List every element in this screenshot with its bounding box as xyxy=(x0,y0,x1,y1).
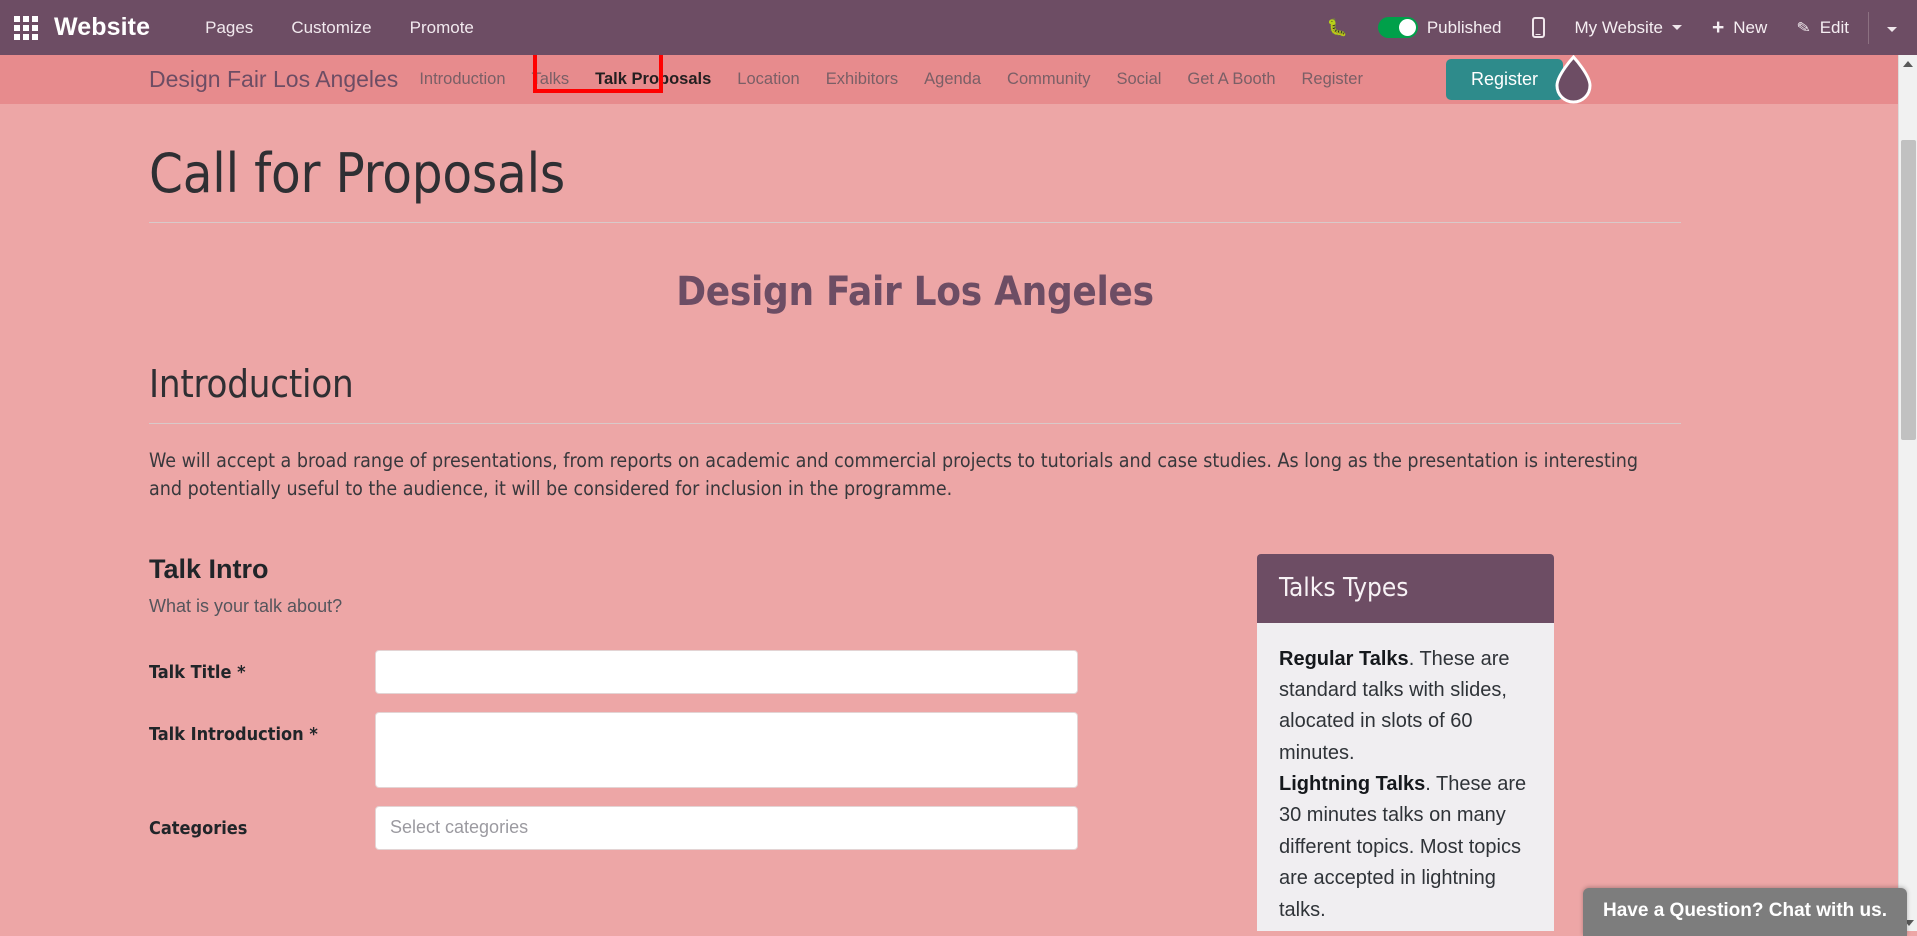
nav-item-social[interactable]: Social xyxy=(1103,56,1174,103)
talks-types-card-body: Regular Talks. These are standard talks … xyxy=(1257,623,1554,931)
section-heading-introduction: Introduction xyxy=(149,362,1749,406)
chat-widget-button[interactable]: Have a Question? Chat with us. xyxy=(1583,888,1907,936)
chevron-down-icon xyxy=(1672,25,1682,30)
new-label: New xyxy=(1733,18,1767,38)
vertical-scrollbar[interactable] xyxy=(1898,55,1917,931)
toolbar-divider xyxy=(1868,12,1869,44)
odoo-top-bar: Website Pages Customize Promote 🐛 Publis… xyxy=(0,0,1917,55)
new-button[interactable]: + New xyxy=(1697,0,1782,55)
nav-item-community[interactable]: Community xyxy=(994,56,1103,103)
topbar-more-dropdown[interactable] xyxy=(1873,19,1911,37)
section-divider xyxy=(149,423,1681,424)
form-and-sidebar-row: Talk Intro What is your talk about? Talk… xyxy=(149,554,1749,931)
nav-item-talks[interactable]: Talks xyxy=(519,56,583,103)
website-navbar: Design Fair Los Angeles Introduction Tal… xyxy=(0,55,1898,104)
chevron-down-icon xyxy=(1887,27,1897,32)
page-title: Call for Proposals xyxy=(149,104,1749,205)
nav-item-register[interactable]: Register xyxy=(1289,56,1376,103)
talk-introduction-label: Talk Introduction * xyxy=(149,712,375,745)
lightning-talks-text: . These are 30 minutes talks on many dif… xyxy=(1279,773,1526,921)
publish-toggle-switch[interactable] xyxy=(1378,17,1418,38)
register-button[interactable]: Register xyxy=(1446,59,1563,100)
bug-icon: 🐛 xyxy=(1327,19,1348,36)
nav-item-location[interactable]: Location xyxy=(724,56,812,103)
regular-talks-term: Regular Talks xyxy=(1279,648,1409,670)
app-brand-title[interactable]: Website xyxy=(54,13,150,42)
apps-grid-icon[interactable] xyxy=(14,16,38,40)
nav-item-introduction[interactable]: Introduction xyxy=(406,56,518,103)
water-drop-logo-icon xyxy=(1549,55,1598,104)
categories-input[interactable] xyxy=(375,806,1078,850)
edit-label: Edit xyxy=(1820,18,1849,38)
title-divider xyxy=(149,222,1681,223)
introduction-paragraph: We will accept a broad range of presenta… xyxy=(149,447,1659,504)
talk-introduction-textarea[interactable] xyxy=(375,712,1078,788)
talks-types-card: Talks Types Regular Talks. These are sta… xyxy=(1257,554,1554,931)
form-row-categories: Categories xyxy=(149,806,1229,850)
debug-bug-button[interactable]: 🐛 xyxy=(1312,0,1363,55)
site-nav-links: Introduction Talks Talk Proposals Locati… xyxy=(406,56,1376,103)
categories-label: Categories xyxy=(149,806,375,839)
my-website-label: My Website xyxy=(1575,18,1664,38)
form-row-talk-title: Talk Title * xyxy=(149,650,1229,694)
mobile-preview-button[interactable] xyxy=(1517,0,1560,55)
scroll-up-arrow-icon[interactable] xyxy=(1899,55,1917,72)
topmenu-item-promote[interactable]: Promote xyxy=(391,12,493,44)
my-website-dropdown[interactable]: My Website xyxy=(1560,0,1698,55)
website-page-body: Call for Proposals Design Fair Los Angel… xyxy=(0,104,1898,931)
pencil-icon: ✎ xyxy=(1796,16,1813,38)
edit-button[interactable]: ✎ Edit xyxy=(1782,0,1864,55)
talk-title-label: Talk Title * xyxy=(149,650,375,683)
site-brand-link[interactable]: Design Fair Los Angeles xyxy=(149,66,398,93)
publish-toggle[interactable]: Published xyxy=(1363,0,1517,55)
top-menu: Pages Customize Promote xyxy=(186,12,493,44)
nav-item-agenda[interactable]: Agenda xyxy=(911,56,994,103)
event-name-heading: Design Fair Los Angeles xyxy=(149,269,1681,315)
plus-icon: + xyxy=(1712,17,1724,38)
proposal-form: Talk Intro What is your talk about? Talk… xyxy=(149,554,1229,931)
nav-item-exhibitors[interactable]: Exhibitors xyxy=(813,56,911,103)
nav-item-get-a-booth[interactable]: Get A Booth xyxy=(1174,56,1288,103)
talks-types-card-title: Talks Types xyxy=(1257,554,1554,623)
topmenu-item-customize[interactable]: Customize xyxy=(272,12,390,44)
publish-label: Published xyxy=(1427,18,1502,38)
sidebar-column: Talks Types Regular Talks. These are sta… xyxy=(1257,554,1554,931)
content-wrapper: Call for Proposals Design Fair Los Angel… xyxy=(0,104,1898,931)
form-row-talk-introduction: Talk Introduction * xyxy=(149,712,1229,788)
scrollbar-thumb[interactable] xyxy=(1901,140,1916,440)
nav-item-talk-proposals[interactable]: Talk Proposals xyxy=(582,56,724,103)
talk-title-input[interactable] xyxy=(375,650,1078,694)
form-heading: Talk Intro xyxy=(149,554,1229,585)
mobile-preview-icon xyxy=(1532,17,1545,38)
top-bar-right-group: 🐛 Published My Website + New ✎ Edit xyxy=(1312,0,1917,55)
lightning-talks-term: Lightning Talks xyxy=(1279,773,1425,795)
topmenu-item-pages[interactable]: Pages xyxy=(186,12,272,44)
form-subheading: What is your talk about? xyxy=(149,596,1229,617)
